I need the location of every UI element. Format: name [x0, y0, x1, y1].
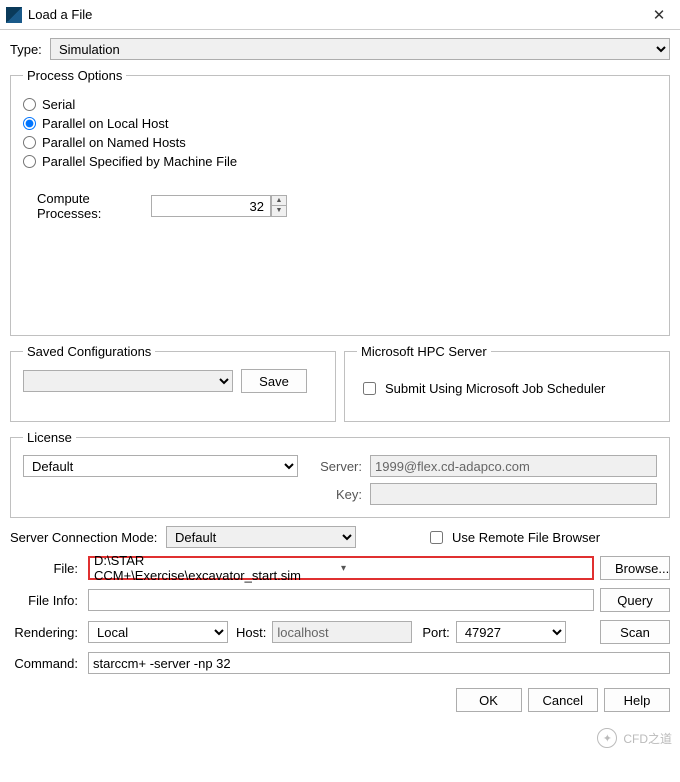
save-button[interactable]: Save [241, 369, 307, 393]
radio-parallel-named-label: Parallel on Named Hosts [42, 135, 186, 150]
spinner-down-icon[interactable]: ▼ [272, 206, 286, 216]
cancel-button[interactable]: Cancel [528, 688, 598, 712]
compute-processes-input[interactable] [151, 195, 271, 217]
key-label: Key: [304, 487, 364, 502]
file-label: File: [10, 561, 82, 576]
host-field [272, 621, 412, 643]
command-field[interactable] [88, 652, 670, 674]
radio-serial[interactable] [23, 98, 36, 111]
help-button[interactable]: Help [604, 688, 670, 712]
server-field [370, 455, 657, 477]
radio-serial-label: Serial [42, 97, 75, 112]
server-label: Server: [304, 459, 364, 474]
query-button[interactable]: Query [600, 588, 670, 612]
type-label: Type: [10, 42, 50, 57]
command-label: Command: [10, 656, 82, 671]
chevron-down-icon[interactable]: ▾ [339, 563, 588, 574]
radio-parallel-local-label: Parallel on Local Host [42, 116, 168, 131]
close-icon[interactable]: ✕ [644, 6, 674, 24]
browse-button[interactable]: Browse... [600, 556, 670, 580]
hpc-submit-checkbox[interactable] [363, 382, 376, 395]
radio-parallel-named[interactable] [23, 136, 36, 149]
process-options-legend: Process Options [23, 68, 126, 83]
radio-parallel-local[interactable] [23, 117, 36, 130]
license-group: License Default Server: Key: [10, 430, 670, 518]
radio-parallel-machinefile[interactable] [23, 155, 36, 168]
license-select[interactable]: Default [23, 455, 298, 477]
process-options-group: Process Options Serial Parallel on Local… [10, 68, 670, 336]
license-legend: License [23, 430, 76, 445]
remote-file-browser-checkbox[interactable] [430, 531, 443, 544]
server-connection-mode-select[interactable]: Default [166, 526, 356, 548]
rendering-label: Rendering: [10, 625, 82, 640]
scan-button[interactable]: Scan [600, 620, 670, 644]
spinner-up-icon[interactable]: ▲ [272, 196, 286, 206]
file-info-field[interactable] [88, 589, 594, 611]
hpc-submit-label: Submit Using Microsoft Job Scheduler [385, 381, 605, 396]
port-label: Port: [418, 625, 449, 640]
window-title: Load a File [28, 7, 644, 22]
server-connection-mode-label: Server Connection Mode: [10, 530, 160, 545]
hpc-server-legend: Microsoft HPC Server [357, 344, 491, 359]
type-select[interactable]: Simulation [50, 38, 670, 60]
file-info-label: File Info: [10, 593, 82, 608]
host-label: Host: [234, 625, 266, 640]
file-value: D:\STAR CCM+\Exercise\excavator_start.si… [94, 553, 339, 583]
watermark-text: CFD之道 [623, 730, 672, 747]
watermark: ✦ CFD之道 [597, 728, 672, 748]
hpc-server-group: Microsoft HPC Server Submit Using Micros… [344, 344, 670, 422]
remote-file-browser-label: Use Remote File Browser [452, 530, 600, 545]
key-field [370, 483, 657, 505]
rendering-select[interactable]: Local [88, 621, 228, 643]
watermark-icon: ✦ [597, 728, 617, 748]
saved-configurations-group: Saved Configurations Save [10, 344, 336, 422]
titlebar: Load a File ✕ [0, 0, 680, 30]
saved-configurations-legend: Saved Configurations [23, 344, 155, 359]
app-icon [6, 7, 22, 23]
radio-parallel-machinefile-label: Parallel Specified by Machine File [42, 154, 237, 169]
file-combo[interactable]: D:\STAR CCM+\Exercise\excavator_start.si… [88, 556, 594, 580]
compute-processes-label: Compute Processes: [23, 191, 151, 221]
ok-button[interactable]: OK [456, 688, 522, 712]
saved-configurations-select[interactable] [23, 370, 233, 392]
port-select[interactable]: 47927 [456, 621, 566, 643]
